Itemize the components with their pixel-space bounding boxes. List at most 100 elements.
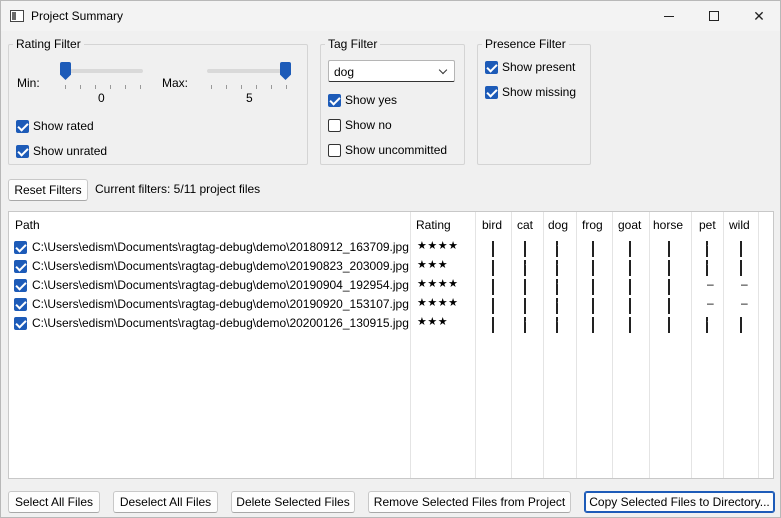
tag-cell-pet[interactable] (706, 241, 716, 257)
maximize-button[interactable] (691, 1, 737, 31)
header-pet[interactable]: pet (699, 218, 716, 232)
tag-no-box[interactable] (668, 241, 670, 257)
tag-no-box[interactable] (524, 298, 526, 314)
tag-no-box[interactable] (592, 260, 594, 276)
tag-cell-cat[interactable] (524, 317, 534, 333)
show-no-checkbox[interactable]: Show no (328, 117, 392, 133)
tag-select[interactable]: dog (328, 60, 455, 82)
min-slider-track[interactable] (61, 69, 143, 73)
table-row[interactable]: C:\Users\edism\Documents\ragtag-debug\de… (9, 276, 773, 295)
tag-cell-frog[interactable] (592, 317, 602, 333)
table-row[interactable]: C:\Users\edism\Documents\ragtag-debug\de… (9, 257, 773, 276)
show-present-checkbox[interactable]: Show present (485, 59, 575, 75)
tag-no-box[interactable] (492, 260, 494, 276)
checkbox-box[interactable] (16, 119, 29, 133)
tag-cell-horse[interactable] (668, 241, 678, 257)
tag-cell-goat[interactable] (629, 279, 639, 295)
tag-cell-cat[interactable] (524, 241, 534, 257)
tag-yes-box[interactable] (556, 279, 558, 295)
tag-yes-box[interactable] (524, 317, 526, 333)
tag-no-box[interactable] (592, 241, 594, 257)
tag-cell-frog[interactable] (592, 298, 602, 314)
tag-yes-box[interactable] (556, 317, 558, 333)
tag-yes-box[interactable] (556, 260, 558, 276)
tag-cell-bird[interactable] (492, 260, 502, 276)
close-button[interactable]: ✕ (736, 1, 781, 31)
tag-cell-dog[interactable] (556, 260, 566, 276)
tag-cell-bird[interactable] (492, 279, 502, 295)
tag-cell-wild[interactable]: – (740, 277, 750, 291)
tag-cell-bird[interactable] (492, 317, 502, 333)
tag-cell-goat[interactable] (629, 298, 639, 314)
tag-cell-goat[interactable] (629, 317, 639, 333)
tag-cell-pet[interactable]: – (706, 296, 716, 310)
tag-cell-wild[interactable] (740, 260, 750, 276)
tag-cell-pet[interactable] (706, 317, 716, 333)
header-bird[interactable]: bird (482, 218, 502, 232)
tag-cell-cat[interactable] (524, 279, 534, 295)
header-path[interactable]: Path (15, 218, 40, 232)
tag-cell-bird[interactable] (492, 298, 502, 314)
tag-cell-goat[interactable] (629, 260, 639, 276)
tag-cell-dog[interactable] (556, 241, 566, 257)
tag-no-box[interactable] (629, 241, 631, 257)
checkbox-box[interactable] (485, 60, 498, 74)
tag-no-box[interactable] (524, 241, 526, 257)
show-rated-checkbox[interactable]: Show rated (16, 118, 94, 134)
copy-selected-files-button[interactable]: Copy Selected Files to Directory... (584, 491, 775, 513)
tag-cell-frog[interactable] (592, 241, 602, 257)
checkbox-box[interactable] (328, 143, 341, 157)
tag-cell-frog[interactable] (592, 260, 602, 276)
tag-no-box[interactable] (668, 279, 670, 295)
show-uncommitted-checkbox[interactable]: Show uncommitted (328, 142, 447, 158)
tag-cell-dog[interactable] (556, 279, 566, 295)
tag-no-box[interactable] (668, 317, 670, 333)
checkbox-box[interactable] (485, 85, 498, 99)
row-select-checkbox[interactable] (14, 317, 27, 330)
show-missing-checkbox[interactable]: Show missing (485, 84, 576, 100)
deselect-all-files-button[interactable]: Deselect All Files (113, 491, 218, 513)
tag-cell-bird[interactable] (492, 241, 502, 257)
tag-cell-pet[interactable] (706, 260, 716, 276)
header-dog[interactable]: dog (548, 218, 568, 232)
tag-cell-cat[interactable] (524, 298, 534, 314)
checkbox-box[interactable] (16, 144, 29, 158)
show-unrated-checkbox[interactable]: Show unrated (16, 143, 107, 159)
tag-yes-box[interactable] (556, 298, 558, 314)
remove-selected-files-button[interactable]: Remove Selected Files from Project (368, 491, 571, 513)
tag-no-box[interactable] (592, 317, 594, 333)
tag-no-box[interactable] (668, 260, 670, 276)
tag-yes-box[interactable] (524, 260, 526, 276)
table-row[interactable]: C:\Users\edism\Documents\ragtag-debug\de… (9, 295, 773, 314)
tag-no-box[interactable] (629, 317, 631, 333)
minimize-button[interactable] (646, 1, 692, 31)
header-frog[interactable]: frog (582, 218, 603, 232)
tag-no-box[interactable] (629, 279, 631, 295)
tag-cell-horse[interactable] (668, 260, 678, 276)
tag-cell-dog[interactable] (556, 317, 566, 333)
tag-no-box[interactable] (592, 298, 594, 314)
tag-cell-cat[interactable] (524, 260, 534, 276)
header-rating[interactable]: Rating (416, 218, 451, 232)
tag-no-box[interactable] (492, 279, 494, 295)
tag-cell-frog[interactable] (592, 279, 602, 295)
tag-cell-horse[interactable] (668, 279, 678, 295)
tag-cell-wild[interactable] (740, 317, 750, 333)
tag-no-box[interactable] (492, 241, 494, 257)
table-row[interactable]: C:\Users\edism\Documents\ragtag-debug\de… (9, 238, 773, 257)
tag-no-box[interactable] (629, 260, 631, 276)
tag-no-box[interactable] (524, 279, 526, 295)
tag-no-box[interactable] (592, 279, 594, 295)
tag-cell-goat[interactable] (629, 241, 639, 257)
row-select-checkbox[interactable] (14, 241, 27, 254)
tag-no-box[interactable] (740, 241, 742, 257)
tag-no-box[interactable] (492, 298, 494, 314)
tag-yes-box[interactable] (706, 317, 708, 333)
checkbox-box[interactable] (328, 118, 341, 132)
reset-filters-button[interactable]: Reset Filters (8, 179, 88, 201)
tag-cell-dog[interactable] (556, 298, 566, 314)
tag-yes-box[interactable] (706, 241, 708, 257)
header-cat[interactable]: cat (517, 218, 533, 232)
tag-no-box[interactable] (668, 298, 670, 314)
tag-no-box[interactable] (740, 317, 742, 333)
